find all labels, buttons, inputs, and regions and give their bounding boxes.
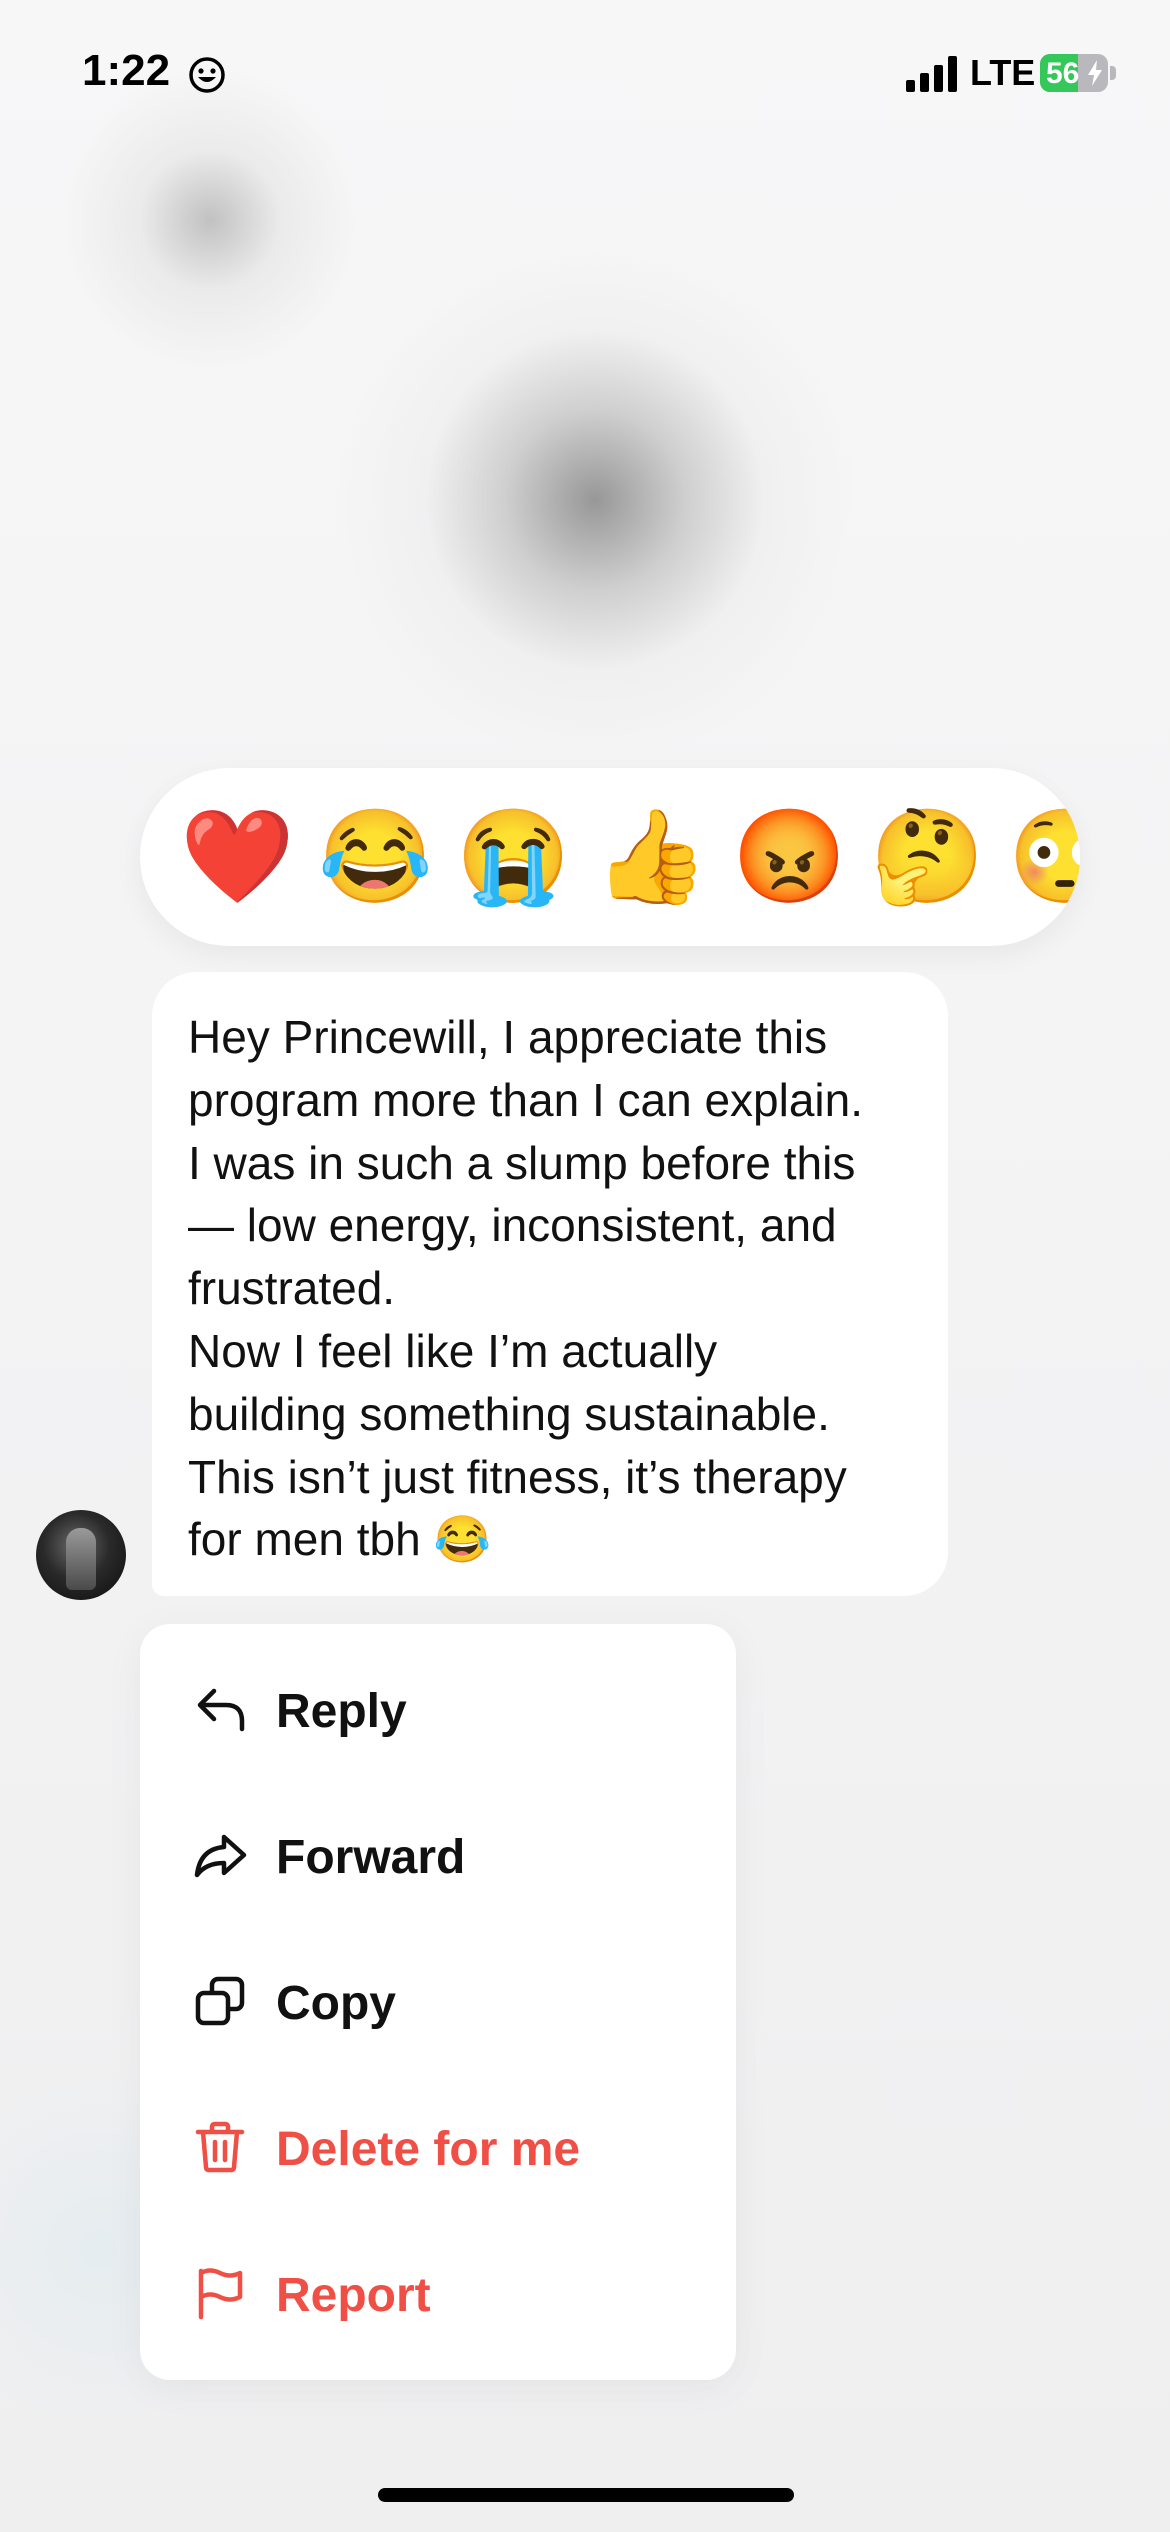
reply-icon bbox=[197, 1688, 245, 1732]
carrier-label: LTE bbox=[970, 52, 1036, 93]
message-line: frustrated. bbox=[188, 1262, 396, 1315]
context-menu: Reply Forward Copy Delete for me Report bbox=[140, 1624, 736, 2380]
signal-icon bbox=[906, 56, 957, 92]
battery-level: 56 bbox=[1046, 57, 1080, 90]
menu-item-copy[interactable]: Copy bbox=[140, 1936, 736, 2066]
message-line: program more than I can explain. bbox=[188, 1073, 864, 1126]
home-indicator[interactable] bbox=[378, 2488, 794, 2502]
menu-item-reply[interactable]: Reply bbox=[140, 1644, 736, 1774]
menu-label: Forward bbox=[276, 1831, 466, 1884]
menu-item-report[interactable]: Report bbox=[140, 2228, 736, 2358]
status-time: 1:22 bbox=[82, 46, 171, 95]
reaction-angry[interactable]: 😡 bbox=[732, 804, 847, 910]
copy-icon bbox=[195, 1976, 245, 2026]
forward-icon bbox=[194, 1834, 247, 1878]
message-bubble[interactable]: Hey Princewill, I appreciate this progra… bbox=[152, 972, 948, 1596]
smiley-icon bbox=[189, 57, 225, 93]
battery-tip bbox=[1110, 66, 1116, 80]
menu-item-delete-for-me[interactable]: Delete for me bbox=[140, 2082, 736, 2212]
message-line: for men tbh 😂 bbox=[188, 1513, 491, 1566]
message-line: — low energy, inconsistent, and bbox=[188, 1199, 837, 1252]
avatar[interactable] bbox=[36, 1510, 126, 1600]
menu-label: Delete for me bbox=[276, 2123, 581, 2176]
message-line: I was in such a slump before this bbox=[188, 1136, 856, 1189]
avatar-figure bbox=[66, 1528, 96, 1590]
menu-label: Copy bbox=[276, 1977, 396, 2030]
message-line: Now I feel like I’m actually bbox=[188, 1324, 718, 1377]
message-line: building something sustainable. bbox=[188, 1387, 830, 1440]
reaction-crying[interactable]: 😭 bbox=[456, 804, 571, 910]
status-bar: 1:22 LTE 56 bbox=[0, 0, 1170, 150]
trash-icon bbox=[195, 2121, 245, 2173]
bolt-icon bbox=[1088, 60, 1102, 86]
message-line: This isn’t just fitness, it’s therapy bbox=[188, 1450, 847, 1503]
menu-label: Reply bbox=[276, 1685, 407, 1738]
reaction-picker: ❤️ 😂 😭 👍 😡 🤔 😳 bbox=[140, 768, 1080, 946]
reaction-thinking[interactable]: 🤔 bbox=[870, 804, 985, 910]
menu-label: Report bbox=[276, 2269, 431, 2322]
reaction-laughing[interactable]: 😂 bbox=[318, 804, 433, 910]
reaction-thumbs-up[interactable]: 👍 bbox=[594, 804, 709, 910]
menu-item-forward[interactable]: Forward bbox=[140, 1790, 736, 1920]
reaction-flushed[interactable]: 😳 bbox=[1008, 804, 1080, 910]
message-line: Hey Princewill, I appreciate this bbox=[188, 1011, 828, 1063]
reaction-heart[interactable]: ❤️ bbox=[180, 804, 295, 910]
battery-icon: 56 bbox=[1040, 54, 1108, 92]
flag-icon bbox=[198, 2268, 243, 2320]
